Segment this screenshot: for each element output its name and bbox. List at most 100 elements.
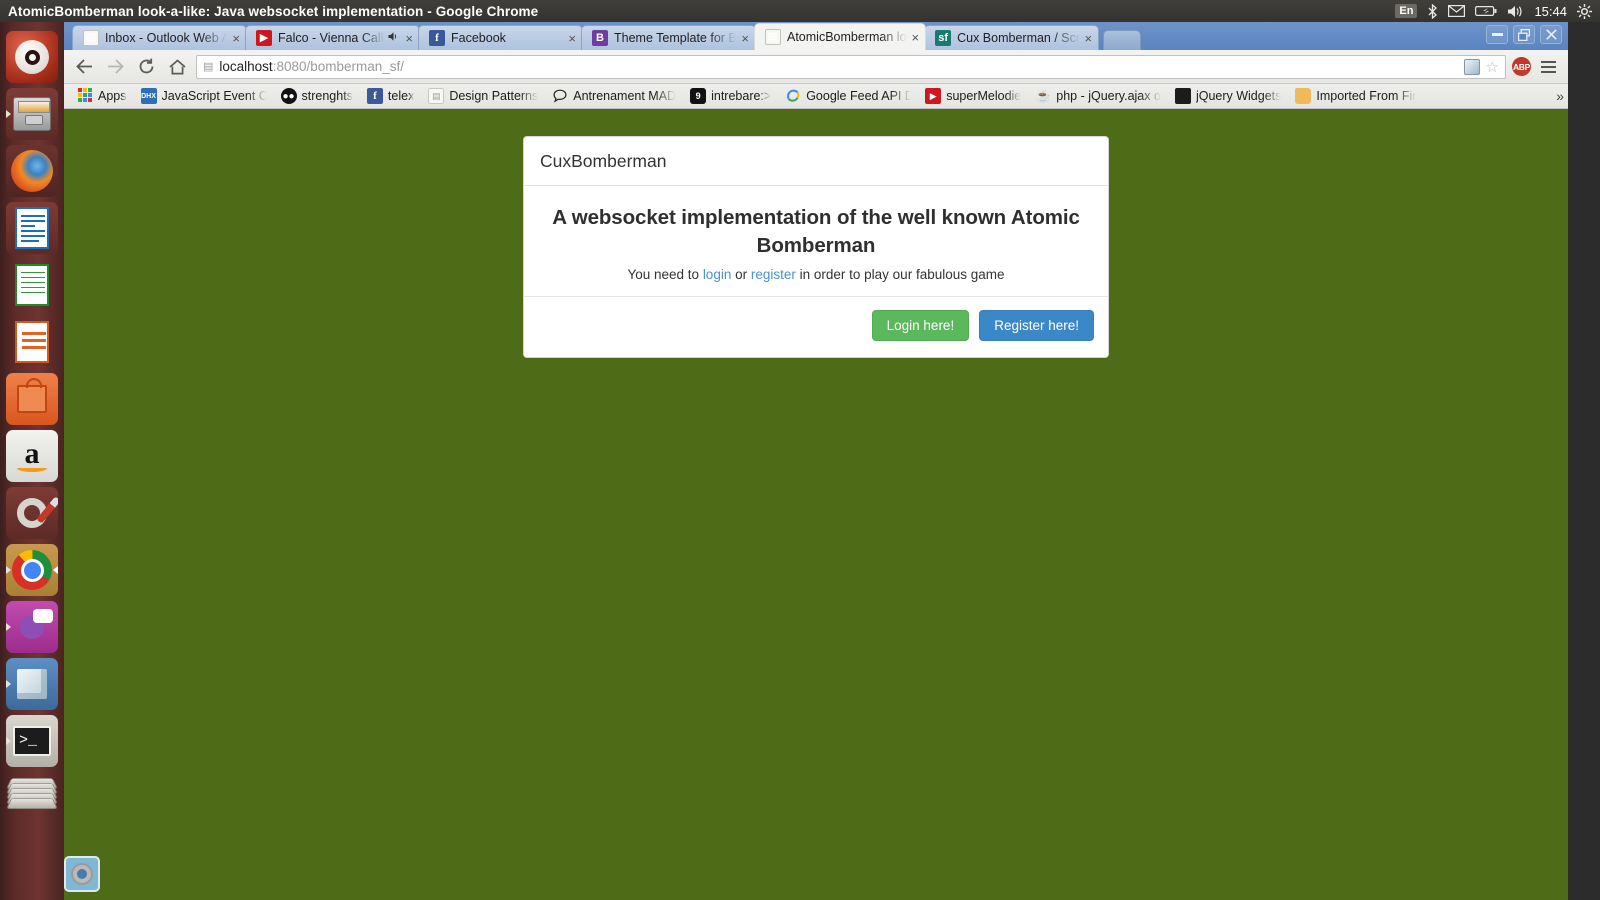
jumbotron-panel: CuxBomberman A websocket implementation …	[523, 136, 1109, 358]
java-icon: ☕	[1035, 89, 1051, 103]
bluetooth-icon[interactable]	[1427, 3, 1438, 19]
bookmark-star-icon[interactable]: ☆	[1486, 58, 1499, 76]
launcher-item-libreoffice-writer[interactable]	[6, 202, 58, 254]
tab-theme-template[interactable]: B Theme Template for B ×	[581, 25, 756, 50]
battery-icon[interactable]	[1475, 5, 1497, 17]
tab-cux-bomberman-sourceforge[interactable]: sf Cux Bomberman / Scre ×	[924, 25, 1100, 50]
launcher-item-ubuntu-dash[interactable]	[6, 31, 58, 83]
bookmark-supermelodie[interactable]: ▶ superMelodie	[918, 86, 1028, 106]
launcher-item-amazon[interactable]: a	[6, 430, 58, 482]
register-button[interactable]: Register here!	[979, 310, 1094, 341]
adblock-plus-icon[interactable]: ABP	[1512, 57, 1531, 76]
tab-facebook[interactable]: f Facebook ×	[418, 25, 583, 50]
window-controls	[1486, 25, 1562, 44]
login-button[interactable]: Login here!	[871, 310, 970, 341]
launcher-item-libreoffice-calc[interactable]	[6, 259, 58, 311]
tab-close-icon[interactable]: ×	[563, 31, 576, 46]
chat-bubble-icon	[552, 88, 568, 104]
subtitle-prefix: You need to	[627, 267, 703, 282]
volume-icon[interactable]	[1507, 5, 1524, 18]
bookmark-label: Design Patterns	[449, 89, 539, 103]
reload-icon[interactable]	[134, 54, 159, 79]
extension-cube-icon[interactable]	[1463, 58, 1480, 75]
bookmark-jquery-widgets[interactable]: jQuery Widgets	[1168, 86, 1288, 106]
chrome-menu-icon[interactable]	[1537, 60, 1560, 73]
bookmark-intrebare[interactable]: 9 intrebare:>	[683, 86, 778, 106]
tab-close-icon[interactable]: ×	[1080, 31, 1093, 46]
panel-heading: CuxBomberman	[524, 137, 1108, 186]
tab-falco-vienna-calling[interactable]: ▶ Falco - Vienna Callin ×	[245, 25, 420, 50]
forward-arrow-icon	[103, 54, 128, 79]
tab-label: Falco - Vienna Callin	[278, 31, 386, 45]
bookmark-php-jquery-ajax[interactable]: ☕ php - jQuery.ajax o	[1028, 86, 1168, 106]
address-bar[interactable]: ▤ localhost:8080/bomberman_sf/ ☆	[196, 54, 1506, 79]
launcher-item-libreoffice-impress[interactable]	[6, 316, 58, 368]
tab-close-icon[interactable]: ×	[400, 31, 413, 46]
home-icon[interactable]	[165, 54, 190, 79]
url-path: :8080/bomberman_sf/	[272, 59, 405, 74]
launcher-item-pidgin[interactable]	[6, 601, 58, 653]
google-icon	[785, 88, 801, 104]
page-icon: ▤	[83, 30, 99, 46]
back-arrow-icon[interactable]	[72, 54, 97, 79]
unity-launcher: a >_	[0, 22, 64, 900]
bookmark-label: strenghts	[301, 89, 353, 103]
tab-label: AtomicBomberman lo	[787, 30, 907, 44]
bookmark-google-feed-api[interactable]: Google Feed API D	[778, 86, 918, 106]
bookmarks-overflow-button[interactable]: »	[1556, 88, 1564, 104]
launcher-item-files[interactable]	[6, 88, 58, 140]
bookmark-strenghts[interactable]: ●● strenghts	[274, 86, 360, 106]
login-link[interactable]: login	[703, 267, 732, 282]
launcher-item-virtualbox[interactable]	[6, 658, 58, 710]
tab-close-icon[interactable]: ×	[227, 31, 240, 46]
panel-body: A websocket implementation of the well k…	[524, 186, 1108, 297]
page-info-icon[interactable]: ▤	[203, 60, 213, 73]
register-link[interactable]: register	[751, 267, 796, 282]
tab-close-icon[interactable]: ×	[907, 30, 920, 45]
tab-atomicbomberman[interactable]: ▤ AtomicBomberman lo ×	[754, 23, 927, 50]
launcher-item-system-settings[interactable]	[6, 487, 58, 539]
bookmark-label: Apps	[98, 89, 127, 103]
page-icon: ▤	[428, 88, 445, 104]
new-tab-button[interactable]	[1103, 30, 1142, 50]
restore-button[interactable]	[1513, 25, 1535, 44]
bookmark-design-patterns[interactable]: ▤ Design Patterns	[421, 86, 545, 106]
language-indicator[interactable]: En	[1395, 4, 1418, 18]
nine-badge-icon: 9	[690, 88, 707, 104]
tab-inbox-outlook[interactable]: ▤ Inbox - Outlook Web A ×	[72, 25, 247, 50]
sourceforge-icon: sf	[935, 30, 952, 46]
launcher-item-firefox[interactable]	[6, 145, 58, 197]
omnibox-actions: ☆	[1463, 58, 1499, 76]
clock[interactable]: 15:44	[1534, 4, 1567, 19]
page-icon: ▤	[765, 29, 781, 45]
bookmark-label: JavaScript Event C	[161, 89, 267, 103]
launcher-item-google-chrome[interactable]	[6, 544, 58, 596]
bookmark-telex[interactable]: f telex	[360, 86, 421, 106]
system-settings-icon[interactable]	[1577, 3, 1592, 19]
window-title: AtomicBomberman look-a-like: Java websoc…	[8, 3, 539, 19]
mail-icon[interactable]	[1448, 5, 1466, 17]
bookmark-apps[interactable]: Apps	[70, 86, 134, 106]
desktop-settings-gear-icon[interactable]	[64, 856, 100, 892]
bookmark-label: intrebare:>	[711, 89, 772, 103]
screen: AtomicBomberman look-a-like: Java websoc…	[0, 0, 1600, 900]
bookmark-label: php - jQuery.ajax o	[1056, 89, 1161, 103]
tab-label: Facebook	[451, 31, 506, 45]
bookmark-imported-from-firefox[interactable]: Imported From Fir	[1288, 86, 1423, 106]
url-host: localhost	[219, 59, 273, 74]
launcher-item-workspace-switcher[interactable]	[6, 772, 58, 862]
launcher-item-terminal[interactable]: >_	[6, 715, 58, 767]
dark-square-icon	[1174, 88, 1191, 104]
minimize-button[interactable]	[1486, 25, 1508, 44]
tab-mute-icon[interactable]	[385, 31, 400, 45]
bookmark-antrenament-mad[interactable]: Antrenament MAD	[545, 86, 683, 106]
bookmark-label: Google Feed API D	[806, 89, 912, 103]
bookmark-javascript-event-c[interactable]: DHX JavaScript Event C	[134, 86, 274, 106]
tab-label: Inbox - Outlook Web A	[105, 31, 228, 45]
bookmark-label: jQuery Widgets	[1195, 89, 1282, 103]
subtitle-middle: or	[731, 267, 751, 282]
tab-close-icon[interactable]: ×	[736, 31, 749, 46]
browser-toolbar: ▤ localhost:8080/bomberman_sf/ ☆ ABP	[64, 50, 1568, 84]
close-button[interactable]	[1540, 25, 1562, 44]
launcher-item-ubuntu-software-center[interactable]	[6, 373, 58, 425]
